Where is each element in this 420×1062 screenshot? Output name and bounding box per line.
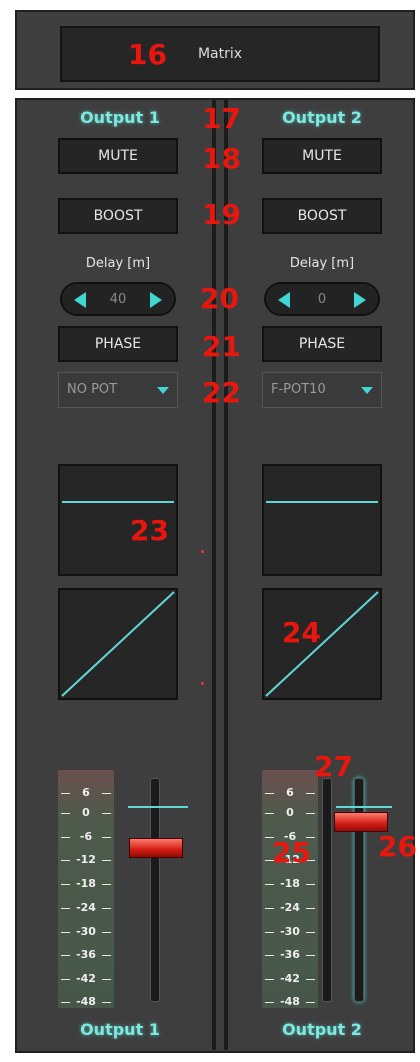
meter-tick: -48	[262, 995, 318, 1008]
output-2-phase-button[interactable]: PHASE	[262, 326, 382, 362]
red-dot	[201, 682, 204, 685]
annotation-26: 26	[378, 830, 417, 863]
meter-tick: -36	[58, 948, 114, 961]
output-2-pot-value: F-POT10	[271, 382, 326, 397]
output-1-phase-graph[interactable]	[58, 588, 178, 700]
linear-response-curve	[61, 591, 175, 697]
output-2-signal-meter-track	[322, 778, 332, 1002]
output-2-title: Output 2	[282, 108, 362, 127]
meter-tick: -18	[262, 877, 318, 890]
meter-tick: -48	[58, 995, 114, 1008]
dropdown-caret-icon	[157, 387, 169, 394]
output-1-phase-button[interactable]: PHASE	[58, 326, 178, 362]
meter-tick: -24	[58, 901, 114, 914]
channel-divider	[212, 100, 216, 1050]
output-2-eq-graph[interactable]	[262, 464, 382, 576]
meter-tick: 0	[262, 806, 318, 819]
output-2-phase-graph[interactable]	[262, 588, 382, 700]
annotation-25: 25	[272, 836, 311, 869]
increment-arrow-icon[interactable]	[354, 292, 366, 308]
output-1-boost-button[interactable]: BOOST	[58, 198, 178, 234]
output-1-bottom-label: Output 1	[80, 1020, 160, 1039]
meter-tick: -12	[58, 853, 114, 866]
output-1-title: Output 1	[80, 108, 160, 127]
increment-arrow-icon[interactable]	[150, 292, 162, 308]
output-2-fader-knob[interactable]	[334, 812, 388, 832]
flat-response-curve	[266, 501, 378, 503]
annotation-23: 23	[130, 514, 169, 547]
output-1-pot-select[interactable]: NO POT	[58, 372, 178, 408]
output-1-delay-label: Delay [m]	[85, 256, 151, 271]
output-2-bottom-label: Output 2	[282, 1020, 362, 1039]
annotation-17: 17	[202, 102, 241, 135]
output-2-boost-button[interactable]: BOOST	[262, 198, 382, 234]
meter-tick: -42	[58, 972, 114, 985]
meter-tick: -36	[262, 948, 318, 961]
annotation-21: 21	[202, 330, 241, 363]
output-2-delay-label: Delay [m]	[289, 256, 355, 271]
output-2-mute-button[interactable]: MUTE	[262, 138, 382, 174]
output-2-level-meter: 6 0 -6 -12 -18 -24 -30 -36 -42 -48	[262, 770, 318, 1008]
dropdown-caret-icon	[361, 387, 373, 394]
red-dot	[201, 550, 204, 553]
annotation-27: 27	[314, 750, 353, 783]
annotation-22: 22	[202, 376, 241, 409]
meter-tick: 6	[58, 786, 114, 799]
annotation-20: 20	[200, 282, 239, 315]
output-2-pot-select[interactable]: F-POT10	[262, 372, 382, 408]
meter-tick: 6	[262, 786, 318, 799]
output-1-level-meter: 6 0 -6 -12 -18 -24 -30 -36 -42 -48	[58, 770, 114, 1008]
annotation-19: 19	[202, 198, 241, 231]
meter-tick: -6	[58, 830, 114, 843]
meter-tick: -24	[262, 901, 318, 914]
meter-tick: -42	[262, 972, 318, 985]
annotation-18: 18	[202, 142, 241, 175]
output-1-fader-knob[interactable]	[129, 838, 183, 858]
output-1-fader-track[interactable]	[150, 778, 160, 1002]
meter-tick: -30	[58, 925, 114, 938]
output-2-delay-spinner[interactable]: 0	[264, 282, 380, 316]
annotation-24: 24	[282, 616, 321, 649]
output-2-zero-marker	[336, 806, 392, 808]
annotation-16: 16	[128, 38, 167, 71]
output-1-zero-marker	[128, 806, 188, 808]
meter-tick: -18	[58, 877, 114, 890]
output-1-pot-value: NO POT	[67, 382, 118, 397]
meter-tick: -30	[262, 925, 318, 938]
channel-divider	[224, 100, 228, 1050]
output-1-mute-button[interactable]: MUTE	[58, 138, 178, 174]
matrix-button[interactable]: Matrix	[60, 26, 380, 82]
output-1-delay-spinner[interactable]: 40	[60, 282, 176, 316]
meter-tick: 0	[58, 806, 114, 819]
